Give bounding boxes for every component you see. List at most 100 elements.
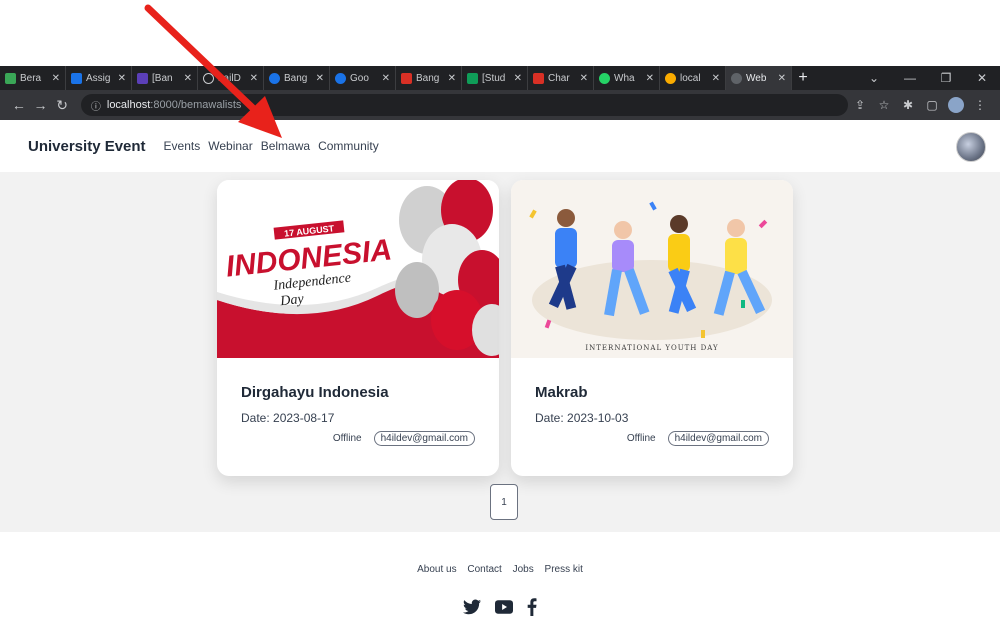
browser-tab[interactable]: Char ✕ <box>528 66 594 90</box>
minimize-icon[interactable]: — <box>892 71 928 85</box>
tab-label: local <box>680 72 701 84</box>
whatsapp-icon <box>599 72 610 84</box>
window-controls: ⌄ — ❐ ✕ <box>856 66 1000 90</box>
footer-link-jobs[interactable]: Jobs <box>513 564 534 575</box>
tab-label: Bang <box>284 72 308 84</box>
footer-link-about[interactable]: About us <box>417 564 456 575</box>
social-links <box>0 598 1000 616</box>
event-title[interactable]: Dirgahayu Indonesia <box>241 384 475 401</box>
event-image-indonesia: 17 AUGUST INDONESIA Independence Day <box>217 180 499 358</box>
event-title[interactable]: Makrab <box>535 384 769 401</box>
close-icon[interactable]: ✕ <box>118 73 126 84</box>
browser-tab[interactable]: Goo ✕ <box>330 66 396 90</box>
footer-links: About us Contact Jobs Press kit <box>0 564 1000 575</box>
event-card[interactable]: 17 AUGUST INDONESIA Independence Day Dir… <box>217 180 499 476</box>
image-text-sub2: Day <box>279 292 306 310</box>
tab-favicon-icon <box>335 72 346 84</box>
brand-logo[interactable]: University Event <box>28 138 146 155</box>
image-text-bottom: INTERNATIONAL YOUTH DAY <box>585 344 718 352</box>
menu-icon[interactable]: ⋮ <box>968 98 992 112</box>
tab-label: Wha <box>614 72 635 84</box>
events-content: 17 AUGUST INDONESIA Independence Day Dir… <box>0 172 1000 532</box>
bookmark-star-icon[interactable]: ☆ <box>872 98 896 112</box>
tab-favicon-icon <box>71 72 82 84</box>
youth-day-illustration: INTERNATIONAL YOUTH DAY <box>511 180 793 358</box>
pagination-page-button[interactable]: 1 <box>490 484 518 520</box>
event-mode: Offline <box>332 433 362 444</box>
toolbar-icons: ⇪ ☆ ✱ ▢ ⋮ <box>848 97 992 113</box>
close-icon[interactable]: ✕ <box>712 73 720 84</box>
browser-tab[interactable]: Wha ✕ <box>594 66 660 90</box>
browser-tab-strip: Bera ✕ Assig ✕ [Ban ✕ hailD ✕ Bang ✕ Goo ✕ Ban… <box>0 66 1000 90</box>
info-icon[interactable]: ⓘ <box>91 98 101 113</box>
close-icon[interactable]: ✕ <box>514 73 522 84</box>
extensions-icon[interactable]: ✱ <box>896 98 920 112</box>
nav-link-belmawa[interactable]: Belmawa <box>261 139 310 153</box>
browser-tab[interactable]: Bang ✕ <box>396 66 462 90</box>
app-navbar: University Event Events Webinar Belmawa … <box>0 120 1000 172</box>
sidepanel-icon[interactable]: ▢ <box>920 98 944 112</box>
close-icon[interactable]: ✕ <box>382 73 390 84</box>
organizer-email-badge: h4ildev@gmail.com <box>373 431 475 446</box>
tab-label: hailD <box>218 72 241 84</box>
browser-toolbar: ← → ↻ ⓘ localhost:8000/bemawalists ⇪ ☆ ✱… <box>0 90 1000 120</box>
share-icon[interactable]: ⇪ <box>848 98 872 112</box>
organizer-email-badge: h4ildev@gmail.com <box>667 431 769 446</box>
tab-favicon-icon <box>269 72 280 84</box>
nav-link-events[interactable]: Events <box>164 139 201 153</box>
twitter-icon[interactable] <box>463 599 481 615</box>
tab-label: Bang <box>416 72 440 84</box>
address-bar[interactable]: ⓘ localhost:8000/bemawalists <box>80 94 848 116</box>
top-margin <box>0 0 1000 66</box>
close-icon[interactable]: ✕ <box>580 73 588 84</box>
nav-link-webinar[interactable]: Webinar <box>208 139 252 153</box>
tab-label: [Stud <box>482 72 506 84</box>
close-icon[interactable]: ✕ <box>52 73 60 84</box>
event-image-youth-day: INTERNATIONAL YOUTH DAY <box>511 180 793 358</box>
browser-tab[interactable]: Bera ✕ <box>0 66 66 90</box>
browser-tab[interactable]: Assig ✕ <box>66 66 132 90</box>
new-tab-button[interactable]: + <box>792 69 814 87</box>
tab-favicon-icon <box>467 72 478 84</box>
url-path: :8000/bemawalists <box>150 99 242 111</box>
tab-favicon-icon <box>665 72 676 84</box>
restore-icon[interactable]: ❐ <box>928 71 964 85</box>
facebook-icon[interactable] <box>527 598 537 616</box>
user-avatar[interactable] <box>956 132 986 162</box>
reload-icon[interactable]: ↻ <box>51 97 73 114</box>
close-icon[interactable]: ✕ <box>448 73 456 84</box>
window-close-icon[interactable]: ✕ <box>964 71 1000 85</box>
profile-icon[interactable] <box>948 97 964 113</box>
tab-label: [Ban <box>152 72 173 84</box>
tab-label: Bera <box>20 72 42 84</box>
github-icon <box>203 72 214 84</box>
event-card[interactable]: INTERNATIONAL YOUTH DAY Makrab Date: 202… <box>511 180 793 476</box>
globe-icon <box>731 72 742 84</box>
tab-search-icon[interactable]: ⌄ <box>856 71 892 85</box>
tab-label: Char <box>548 72 570 84</box>
tab-label: Web <box>746 72 767 84</box>
browser-tab[interactable]: hailD ✕ <box>198 66 264 90</box>
forward-icon[interactable]: → <box>30 97 52 113</box>
tab-label: Goo <box>350 72 369 84</box>
url-host: localhost <box>106 99 151 111</box>
youtube-icon[interactable] <box>495 600 513 614</box>
browser-tab[interactable]: [Stud ✕ <box>462 66 528 90</box>
browser-tab[interactable]: local ✕ <box>660 66 726 90</box>
event-date: Date: 2023-10-03 <box>535 411 629 425</box>
close-icon[interactable]: ✕ <box>184 73 192 84</box>
tab-favicon-icon <box>401 72 412 84</box>
close-icon[interactable]: ✕ <box>646 73 654 84</box>
close-icon[interactable]: ✕ <box>778 73 786 84</box>
footer-link-presskit[interactable]: Press kit <box>545 564 583 575</box>
close-icon[interactable]: ✕ <box>316 73 324 84</box>
browser-tab[interactable]: Bang ✕ <box>264 66 330 90</box>
event-mode: Offline <box>626 433 656 444</box>
footer-link-contact[interactable]: Contact <box>467 564 501 575</box>
browser-tab-active[interactable]: Web ✕ <box>726 66 792 90</box>
close-icon[interactable]: ✕ <box>250 73 258 84</box>
back-icon[interactable]: ← <box>8 97 30 113</box>
browser-tab[interactable]: [Ban ✕ <box>132 66 198 90</box>
youtube-icon <box>533 72 544 84</box>
nav-link-community[interactable]: Community <box>318 139 379 153</box>
